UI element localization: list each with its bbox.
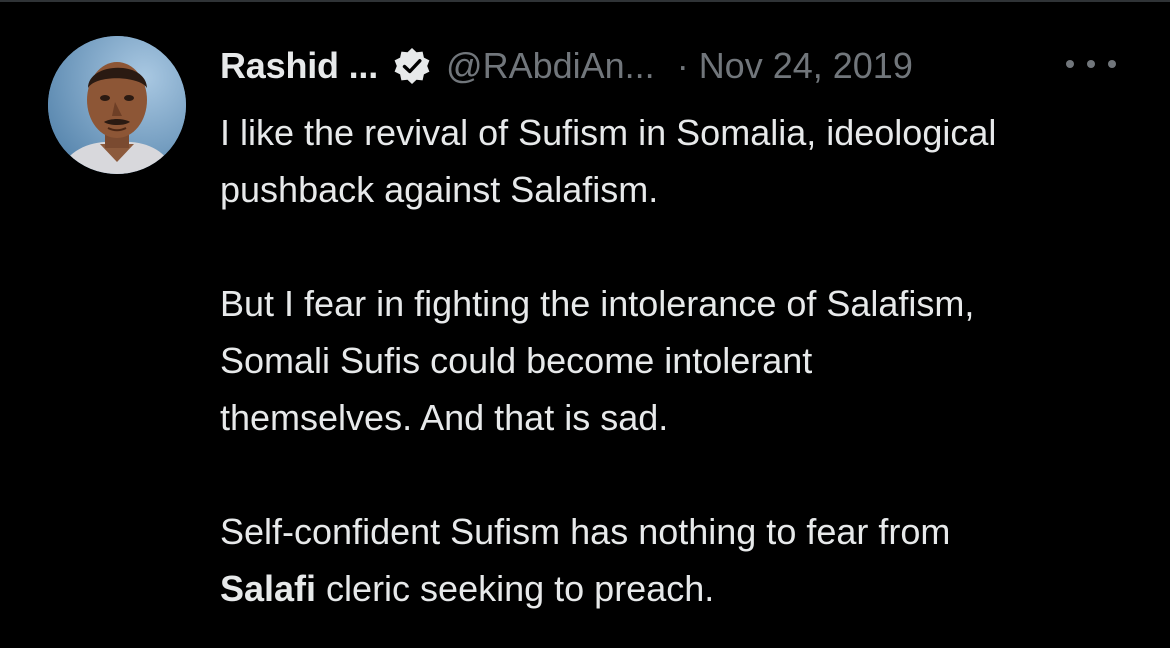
tweet-line: I like the revival of Sufism in Somalia,… xyxy=(220,112,997,153)
tweet-line: But I fear in fighting the intolerance o… xyxy=(220,283,975,324)
tweet-date[interactable]: Nov 24, 2019 xyxy=(699,45,913,87)
tweet-paragraph: Self-confident Sufism has nothing to fea… xyxy=(220,503,1140,617)
tweet-line: pushback against Salafism. xyxy=(220,169,659,210)
user-handle[interactable]: @RAbdiAn... xyxy=(446,45,655,87)
more-dot xyxy=(1087,60,1095,68)
tweet-header: Rashid ... @RAbdiAn... · Nov 24, 2019 xyxy=(220,40,1140,92)
tweet[interactable]: Rashid ... @RAbdiAn... · Nov 24, 2019 I … xyxy=(0,0,1170,648)
tweet-text: I like the revival of Sufism in Somalia,… xyxy=(220,104,1140,617)
tweet-line: Self-confident Sufism has nothing to fea… xyxy=(220,511,951,552)
display-name[interactable]: Rashid ... xyxy=(220,45,378,87)
tweet-line-rest: cleric seeking to preach. xyxy=(316,568,715,609)
tweet-line: Somali Sufis could become intolerant xyxy=(220,340,813,381)
tweet-paragraph: But I fear in fighting the intolerance o… xyxy=(220,275,1140,446)
more-dot xyxy=(1108,60,1116,68)
header-separator: · xyxy=(676,45,689,86)
more-options-icon[interactable] xyxy=(1062,44,1120,84)
tweet-line: Salafi cleric seeking to preach. xyxy=(220,560,1140,617)
tweet-line: themselves. And that is sad. xyxy=(220,397,669,438)
avatar[interactable] xyxy=(48,36,186,174)
more-dot xyxy=(1066,60,1074,68)
verified-badge-icon xyxy=(392,46,432,86)
user-avatar-image xyxy=(48,36,186,174)
bold-word: Salafi xyxy=(220,568,317,609)
tweet-paragraph: I like the revival of Sufism in Somalia,… xyxy=(220,104,1140,218)
